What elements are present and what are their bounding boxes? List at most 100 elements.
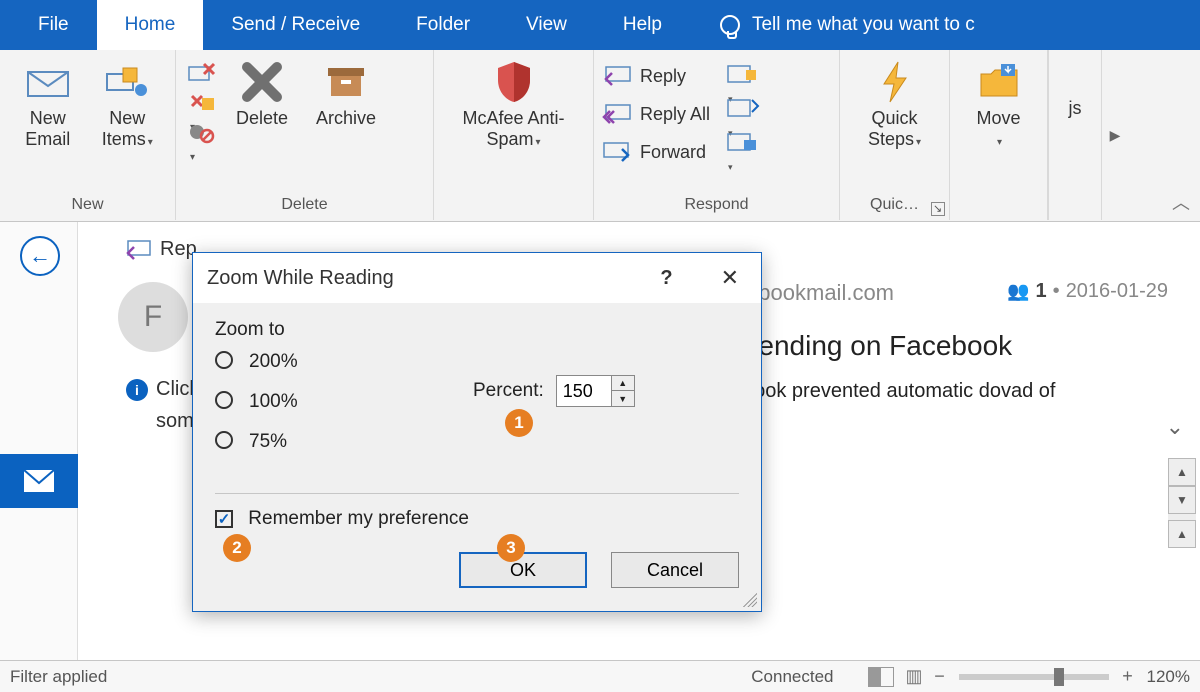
envelope-icon <box>26 62 70 102</box>
group-label-quick: Quic… <box>848 193 941 218</box>
radio-75[interactable] <box>215 431 233 449</box>
tab-file[interactable]: File <box>10 0 97 50</box>
new-items-label: New Items▾ <box>102 108 153 149</box>
ribbon-tab-strip: File Home Send / Receive Folder View Hel… <box>0 0 1200 50</box>
ribbon: New Email New Items▾ New ▾ ▾ Delete <box>0 50 1200 222</box>
people-icon: 👥 <box>1007 281 1029 302</box>
reply-all-button[interactable]: Reply All <box>602 98 710 130</box>
group-label-mcafee-empty <box>442 193 585 218</box>
group-label-delete: Delete <box>184 193 425 218</box>
remember-label: Remember my preference <box>248 508 469 529</box>
ignore-icon[interactable] <box>188 62 216 84</box>
nav-mail[interactable] <box>0 454 78 508</box>
tab-send-receive[interactable]: Send / Receive <box>203 0 388 50</box>
reply-all-icon <box>602 101 632 127</box>
cancel-button[interactable]: Cancel <box>611 552 739 588</box>
tab-folder[interactable]: Folder <box>388 0 498 50</box>
tab-view[interactable]: View <box>498 0 595 50</box>
move-folder-icon <box>977 62 1021 102</box>
dialog-close-button[interactable]: ✕ <box>713 265 747 291</box>
callout-3: 3 <box>497 534 525 562</box>
im-reply-icon[interactable]: ▾ <box>726 96 760 122</box>
remember-row[interactable]: Remember my preference 2 <box>215 508 739 530</box>
message-date: 2016-01-29 <box>1066 280 1168 303</box>
ok-button[interactable]: OK <box>459 552 587 588</box>
back-button[interactable]: ← <box>20 236 60 276</box>
zoom-dialog: Zoom While Reading ? ✕ Zoom to 200% 100%… <box>192 252 762 612</box>
reply-all-label: Reply All <box>640 104 710 125</box>
archive-icon <box>324 62 368 102</box>
percent-input[interactable] <box>557 376 611 406</box>
group-label-tags-empty <box>1057 193 1093 218</box>
percent-spinner[interactable]: ▲ ▼ <box>556 375 635 407</box>
percent-row: Percent: ▲ ▼ <box>473 375 635 407</box>
archive-label: Archive <box>316 108 376 129</box>
scroll-up2-button[interactable]: ▲ <box>1168 520 1196 548</box>
left-rail: ← <box>0 222 78 660</box>
clean-mini-buttons: ▾ ▾ <box>184 56 220 144</box>
move-button[interactable]: Move▾ <box>958 56 1039 149</box>
mail-icon <box>23 469 55 493</box>
zoom-option-75[interactable]: 75% <box>215 431 739 471</box>
tag-icon <box>1053 62 1097 92</box>
radio-100[interactable] <box>215 391 233 409</box>
reading-view-toggle[interactable] <box>868 667 894 687</box>
zoom-out-button[interactable]: − <box>931 668 949 686</box>
lightning-icon <box>873 62 917 102</box>
sender-domain-text: ebookmail.com <box>746 280 894 306</box>
status-bar: Filter applied Connected ▥ − + 120% <box>0 660 1200 692</box>
zoom-to-label: Zoom to <box>215 319 739 341</box>
book-view-icon[interactable]: ▥ <box>906 666 923 687</box>
reply-button[interactable]: Reply <box>602 60 710 92</box>
ribbon-overflow-arrow[interactable]: ▶ <box>1102 50 1128 220</box>
scroll-up-button[interactable]: ▲ <box>1168 458 1196 486</box>
group-respond: Reply Reply All Forward ▾ ▾ ▾ Respond <box>594 50 840 220</box>
zoom-slider-thumb[interactable] <box>1054 668 1064 686</box>
radio-75-label: 75% <box>249 431 287 453</box>
reply-icon <box>602 63 632 89</box>
spinner-up[interactable]: ▲ <box>612 376 634 391</box>
radio-200-label: 200% <box>249 351 298 373</box>
percent-label: Percent: <box>473 380 544 402</box>
radio-100-label: 100% <box>249 391 298 413</box>
resize-grip-icon[interactable] <box>743 593 757 607</box>
zoom-in-button[interactable]: + <box>1119 668 1137 686</box>
scroll-down-button[interactable]: ▼ <box>1168 486 1196 514</box>
dialog-help-button[interactable]: ? <box>660 267 672 290</box>
more-respond-icon[interactable]: ▾ <box>726 130 760 156</box>
tab-home[interactable]: Home <box>97 0 204 50</box>
ribbon-collapse-chevron-icon[interactable]: ︿ <box>1172 189 1190 215</box>
group-quick-steps: Quick Steps▾ Quic… <box>840 50 950 220</box>
infobar[interactable]: i Click <box>126 378 199 401</box>
expand-header-icon[interactable]: ⌄ <box>1166 414 1184 440</box>
status-filter-text: Filter applied <box>10 667 107 687</box>
new-email-button[interactable]: New Email <box>8 56 88 149</box>
separator <box>215 493 739 494</box>
status-connected-text: Connected <box>751 667 833 687</box>
quick-steps-dialog-launcher[interactable] <box>931 202 945 216</box>
group-mcafee: McAfee Anti- Spam▾ <box>434 50 594 220</box>
dialog-body: Zoom to 200% 100% 75% Percent: ▲ ▼ 1 <box>193 303 761 600</box>
move-label: Move▾ <box>976 108 1020 149</box>
cleanup-icon[interactable]: ▾ <box>188 92 216 114</box>
blocked-content-note: utlook prevented automatic dovad of <box>733 380 1055 403</box>
callout-1: 1 <box>505 409 533 437</box>
delete-button[interactable]: Delete <box>220 56 304 129</box>
tags-stub-button[interactable]: js <box>1053 56 1097 119</box>
inline-reply-link[interactable]: Rep <box>124 238 197 261</box>
new-items-button[interactable]: New Items▾ <box>88 56 168 149</box>
tell-me-search[interactable]: Tell me what you want to c <box>720 14 975 36</box>
radio-200[interactable] <box>215 351 233 369</box>
archive-button[interactable]: Archive <box>304 56 388 129</box>
junk-icon[interactable]: ▾ <box>188 122 216 144</box>
zoom-slider[interactable] <box>959 674 1109 680</box>
dialog-titlebar: Zoom While Reading ? ✕ <box>193 253 761 303</box>
zoom-percent-text[interactable]: 120% <box>1147 667 1190 687</box>
meeting-icon[interactable]: ▾ <box>726 62 760 88</box>
tab-help[interactable]: Help <box>595 0 690 50</box>
spinner-down[interactable]: ▼ <box>612 391 634 406</box>
mcafee-button[interactable]: McAfee Anti- Spam▾ <box>442 56 585 149</box>
quick-steps-button[interactable]: Quick Steps▾ <box>848 56 941 149</box>
forward-button[interactable]: Forward <box>602 136 710 168</box>
remember-checkbox[interactable] <box>215 510 233 528</box>
